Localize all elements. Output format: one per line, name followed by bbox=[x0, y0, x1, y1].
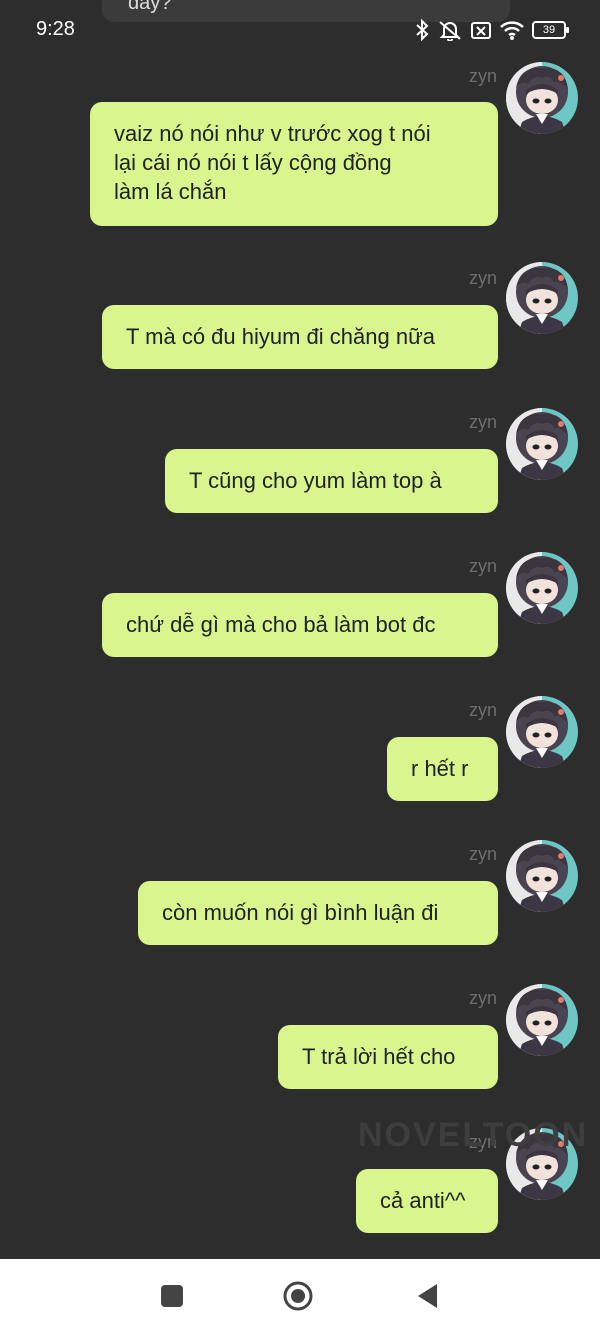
message-bubble[interactable]: vaiz nó nói như v trước xog t nói lại cá… bbox=[90, 102, 498, 226]
previous-message-text: đấy? bbox=[128, 0, 172, 14]
noveltoon-watermark: NOVELTOON bbox=[358, 1116, 589, 1154]
sender-name: zyn bbox=[468, 700, 497, 720]
sender-name: zyn bbox=[468, 66, 497, 86]
avatar[interactable] bbox=[506, 62, 578, 134]
avatar[interactable] bbox=[506, 840, 578, 912]
status-icons: 39 bbox=[414, 16, 569, 44]
vibrate-off-icon bbox=[439, 21, 461, 41]
home-circle-icon[interactable] bbox=[283, 1281, 313, 1311]
message-bubble[interactable]: r hết r bbox=[387, 737, 498, 801]
avatar[interactable] bbox=[506, 696, 578, 768]
status-time: 9:28 bbox=[36, 18, 75, 40]
message-bubble[interactable]: cả anti^^ bbox=[356, 1169, 498, 1233]
recents-square-icon[interactable] bbox=[157, 1281, 187, 1311]
sender-name: zyn bbox=[468, 412, 497, 432]
sender-name: zyn bbox=[468, 844, 497, 864]
system-nav-bar bbox=[0, 1259, 600, 1333]
sender-name: zyn bbox=[468, 988, 497, 1008]
avatar[interactable] bbox=[506, 552, 578, 624]
sim-off-icon bbox=[471, 22, 491, 39]
message-bubble[interactable]: T cũng cho yum làm top à bbox=[165, 449, 498, 513]
back-triangle-icon[interactable] bbox=[413, 1281, 443, 1311]
sender-name: zyn bbox=[468, 268, 497, 288]
message-bubble[interactable]: chứ dễ gì mà cho bả làm bot đc bbox=[102, 593, 498, 657]
status-bar: đấy? 9:28 39 bbox=[0, 0, 600, 60]
sender-name: zyn bbox=[468, 556, 497, 576]
avatar[interactable] bbox=[506, 408, 578, 480]
message-bubble[interactable]: T mà có đu hiyum đi chăng nữa bbox=[102, 305, 498, 369]
avatar[interactable] bbox=[506, 984, 578, 1056]
wifi-icon bbox=[500, 21, 524, 40]
avatar[interactable] bbox=[506, 262, 578, 334]
message-bubble[interactable]: T trả lời hết cho bbox=[278, 1025, 498, 1089]
battery-icon: 39 bbox=[532, 21, 569, 39]
bluetooth-icon bbox=[416, 19, 429, 41]
message-bubble[interactable]: còn muốn nói gì bình luận đi bbox=[138, 881, 498, 945]
